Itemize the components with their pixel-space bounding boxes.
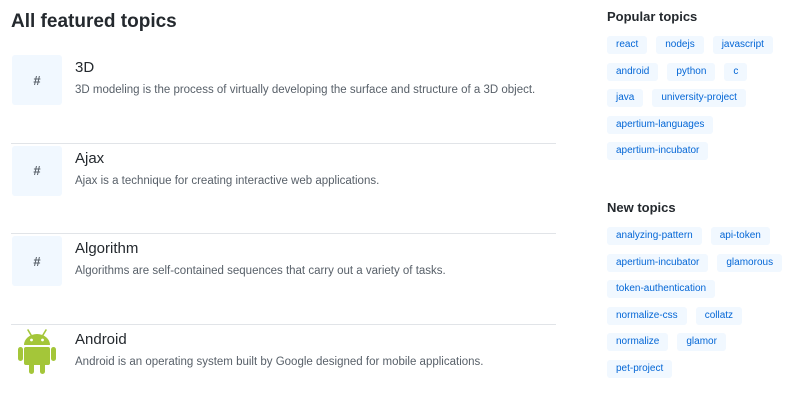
topic-description: Android is an operating system built by … <box>75 355 484 368</box>
topic-tag-token-authentication[interactable]: token-authentication <box>607 280 716 298</box>
topic-tag-analyzing-pattern[interactable]: analyzing-pattern <box>607 227 702 245</box>
topic-tag-apertium-incubator[interactable]: apertium-incubator <box>607 253 709 272</box>
topic-tag-apertium-incubator[interactable]: apertium-incubator <box>607 142 709 160</box>
topic-tag-glamor[interactable]: glamor <box>677 333 726 351</box>
topic-thumbnail[interactable]: # <box>12 236 62 286</box>
topic-tag-collatz[interactable]: collatz <box>695 306 743 325</box>
topic-name-link[interactable]: Algorithm <box>75 239 138 259</box>
topic-item-algorithm[interactable]: # Algorithm Algorithms are self-containe… <box>11 234 556 325</box>
hash-icon: # <box>33 253 41 269</box>
topic-tag-apertium-languages[interactable]: apertium-languages <box>607 115 714 134</box>
android-logo-icon <box>18 328 56 374</box>
topic-tag-python[interactable]: python <box>667 62 716 81</box>
topic-item-ajax[interactable]: # Ajax Ajax is a technique for creating … <box>11 144 556 234</box>
new-topics-tags: analyzing-pattern api-token apertium-inc… <box>607 227 797 386</box>
topic-thumbnail[interactable] <box>12 327 62 377</box>
topic-name-link[interactable]: Ajax <box>75 149 104 169</box>
topic-tag-javascript[interactable]: javascript <box>712 36 773 54</box>
topic-tag-university-project[interactable]: university-project <box>652 89 746 107</box>
topic-tag-react[interactable]: react <box>607 36 648 54</box>
topic-name-link[interactable]: Android <box>75 330 127 350</box>
popular-topics-heading: Popular topics <box>607 9 698 24</box>
topic-tag-glamorous[interactable]: glamorous <box>717 253 783 272</box>
topic-tag-normalize-css[interactable]: normalize-css <box>607 306 687 325</box>
topic-thumbnail[interactable]: # <box>12 145 62 196</box>
topic-tag-java[interactable]: java <box>607 89 644 107</box>
topic-name-link[interactable]: 3D <box>75 58 94 78</box>
topic-tag-android[interactable]: android <box>607 62 659 81</box>
hash-icon: # <box>33 72 41 88</box>
topic-description: Ajax is a technique for creating interac… <box>75 174 380 187</box>
page-title: All featured topics <box>11 11 177 32</box>
topic-description: 3D modeling is the process of virtually … <box>75 84 536 96</box>
topic-item-android[interactable]: Android Android is an operating system b… <box>11 325 556 406</box>
topic-tag-nodejs[interactable]: nodejs <box>656 36 704 54</box>
topic-list: # 3D 3D modeling is the process of virtu… <box>11 53 556 406</box>
topic-description: Algorithms are self-contained sequences … <box>75 265 446 277</box>
topic-thumbnail[interactable]: # <box>12 55 62 105</box>
new-topics-heading: New topics <box>607 200 676 215</box>
topic-tag-c[interactable]: c <box>724 62 748 81</box>
topic-item-3d[interactable]: # 3D 3D modeling is the process of virtu… <box>11 53 556 144</box>
topic-tag-pet-project[interactable]: pet-project <box>607 359 673 378</box>
topic-tag-api-token[interactable]: api-token <box>710 227 770 245</box>
popular-topics-tags: react nodejs javascript android python c… <box>607 36 797 169</box>
hash-icon: # <box>33 163 41 178</box>
topic-tag-normalize[interactable]: normalize <box>607 333 669 351</box>
